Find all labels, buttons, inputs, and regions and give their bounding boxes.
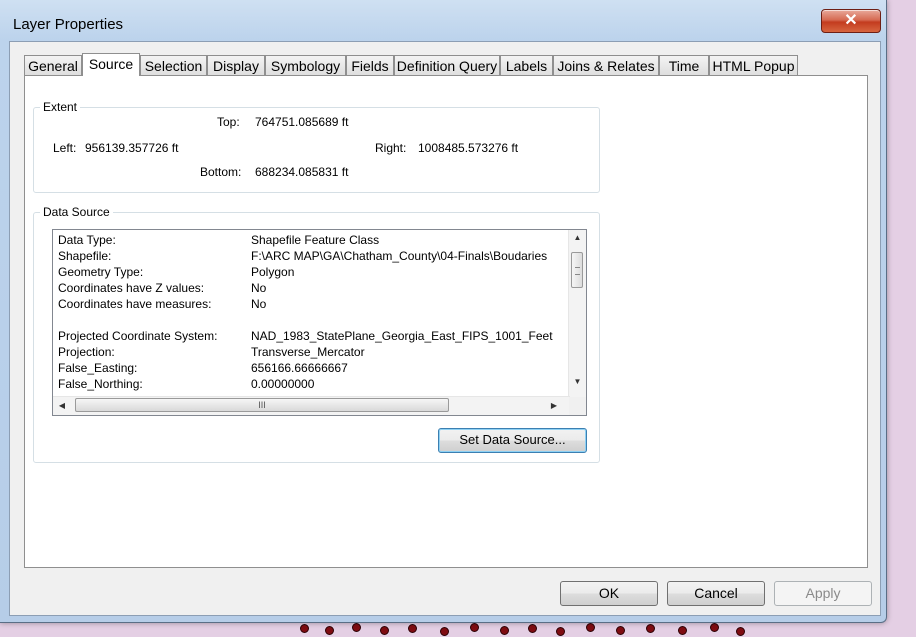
data-source-rows: Data Type: Shapefile Feature Class Shape… [58,232,563,396]
apply-button[interactable]: Apply [774,581,872,606]
scroll-left-icon[interactable]: ◀ [53,398,71,414]
data-type-key: Data Type: [58,233,116,247]
close-button[interactable]: ✕ [821,9,881,33]
vertical-scrollbar[interactable]: ▲ ▼ [568,230,586,398]
data-source-group: Data Source Data Type: Shapefile Feature… [33,205,600,463]
projection-value: Transverse_Mercator [251,345,365,359]
extent-left-value: 956139.357726 ft [85,141,179,155]
list-item: Coordinates have Z values: No [58,280,563,296]
grip-icon [575,267,580,275]
data-type-value: Shapefile Feature Class [251,233,380,247]
extent-bottom-label: Bottom: [200,165,242,179]
horizontal-scroll-thumb[interactable]: III [75,398,449,412]
projected-cs-key: Projected Coordinate System: [58,329,218,343]
set-data-source-button[interactable]: Set Data Source... [438,428,587,453]
tab-fields[interactable]: Fields [346,55,394,75]
z-values-value: No [251,281,267,295]
dialog-client-area: General Source Selection Display Symbolo… [9,41,881,616]
tab-html-popup[interactable]: HTML Popup [709,55,798,75]
scroll-corner [569,397,586,415]
projection-key: Projection: [58,345,115,359]
measures-key: Coordinates have measures: [58,297,212,311]
title-bar[interactable]: Layer Properties ✕ [0,0,886,40]
extent-right-label: Right: [375,141,407,155]
close-icon: ✕ [844,12,858,29]
list-item: Geometry Type: Polygon [58,264,563,280]
data-source-info-list[interactable]: Data Type: Shapefile Feature Class Shape… [52,229,587,416]
tab-definition-query[interactable]: Definition Query [394,55,500,75]
tab-source[interactable]: Source [82,53,140,76]
z-values-key: Coordinates have Z values: [58,281,205,295]
tab-labels[interactable]: Labels [500,55,553,75]
scroll-down-icon[interactable]: ▼ [569,374,586,390]
list-item: Shapefile: F:\ARC MAP\GA\Chatham_County\… [58,248,563,264]
dialog-title: Layer Properties [13,16,124,33]
measures-value: No [251,297,267,311]
extent-group-label: Extent [40,100,81,114]
false-northing-key: False_Northing: [58,377,143,391]
projected-cs-value: NAD_1983_StatePlane_Georgia_East_FIPS_10… [251,329,553,343]
false-easting-key: False_Easting: [58,361,138,375]
tab-selection[interactable]: Selection [140,55,207,75]
data-source-group-label: Data Source [40,205,113,219]
horizontal-scrollbar[interactable]: ◀ III ▶ [53,396,570,415]
extent-top-value: 764751.085689 ft [255,115,349,129]
shapefile-value: F:\ARC MAP\GA\Chatham_County\04-Finals\B… [251,249,548,263]
extent-top-label: Top: [217,115,240,129]
tab-symbology[interactable]: Symbology [265,55,346,75]
list-item-spacer [58,312,563,328]
extent-left-label: Left: [53,141,77,155]
tab-joins-relates[interactable]: Joins & Relates [553,55,659,75]
source-tab-panel: Extent Top: 764751.085689 ft Left: 95613… [24,75,868,568]
list-item: False_Easting: 656166.66666667 [58,360,563,376]
false-easting-value: 656166.66666667 [251,361,348,375]
tab-general[interactable]: General [24,55,82,75]
false-northing-value: 0.00000000 [251,377,315,391]
vertical-scroll-thumb[interactable] [571,252,583,288]
extent-bottom-value: 688234.085831 ft [255,165,349,179]
list-item: False_Northing: 0.00000000 [58,376,563,392]
cancel-button[interactable]: Cancel [667,581,765,606]
shapefile-key: Shapefile: [58,249,112,263]
list-item: Coordinates have measures: No [58,296,563,312]
geometry-type-key: Geometry Type: [58,265,144,279]
scroll-right-icon[interactable]: ▶ [545,398,563,414]
extent-group: Extent Top: 764751.085689 ft Left: 95613… [33,100,600,193]
tab-time[interactable]: Time [659,55,709,75]
extent-right-value: 1008485.573276 ft [418,141,519,155]
list-item: Projected Coordinate System: NAD_1983_St… [58,328,563,344]
geometry-type-value: Polygon [251,265,295,279]
layer-properties-dialog: Layer Properties ✕ General Source Select… [0,0,887,623]
ok-button[interactable]: OK [560,581,658,606]
scroll-up-icon[interactable]: ▲ [569,230,586,246]
tab-display[interactable]: Display [207,55,265,75]
list-item: Projection: Transverse_Mercator [58,344,563,360]
list-item: Data Type: Shapefile Feature Class [58,232,563,248]
